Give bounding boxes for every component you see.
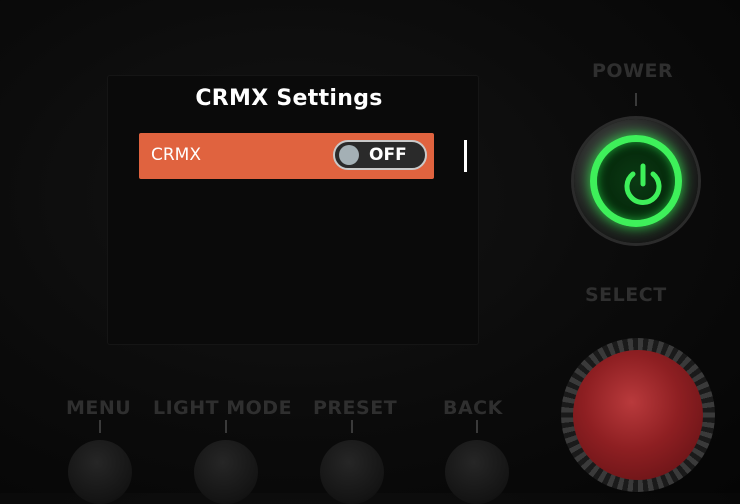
power-button[interactable] <box>574 119 698 243</box>
power-tick <box>635 93 637 106</box>
power-icon <box>590 135 682 227</box>
menu-button-label: MENU <box>66 397 132 419</box>
light-mode-tick <box>225 420 227 433</box>
crmx-toggle[interactable]: OFF <box>333 140 427 170</box>
scrollbar[interactable] <box>464 140 467 172</box>
light-mode-button[interactable] <box>194 440 258 504</box>
power-label: POWER <box>592 60 674 82</box>
select-knob[interactable] <box>561 338 715 492</box>
menu-item-crmx[interactable]: CRMX OFF <box>139 133 434 179</box>
select-label: SELECT <box>585 284 667 306</box>
select-knob-face <box>573 350 703 480</box>
toggle-knob-icon <box>339 145 359 165</box>
back-button[interactable] <box>445 440 509 504</box>
display-screen: CRMX Settings CRMX OFF <box>108 76 478 344</box>
back-tick <box>476 420 478 433</box>
menu-tick <box>99 420 101 433</box>
toggle-state: OFF <box>369 145 407 165</box>
preset-button[interactable] <box>320 440 384 504</box>
menu-button[interactable] <box>68 440 132 504</box>
preset-tick <box>351 420 353 433</box>
light-mode-button-label: LIGHT MODE <box>153 397 293 419</box>
preset-button-label: PRESET <box>313 397 398 419</box>
screen-title: CRMX Settings <box>195 86 383 111</box>
menu-item-label: CRMX <box>151 145 201 165</box>
back-button-label: BACK <box>443 397 503 419</box>
